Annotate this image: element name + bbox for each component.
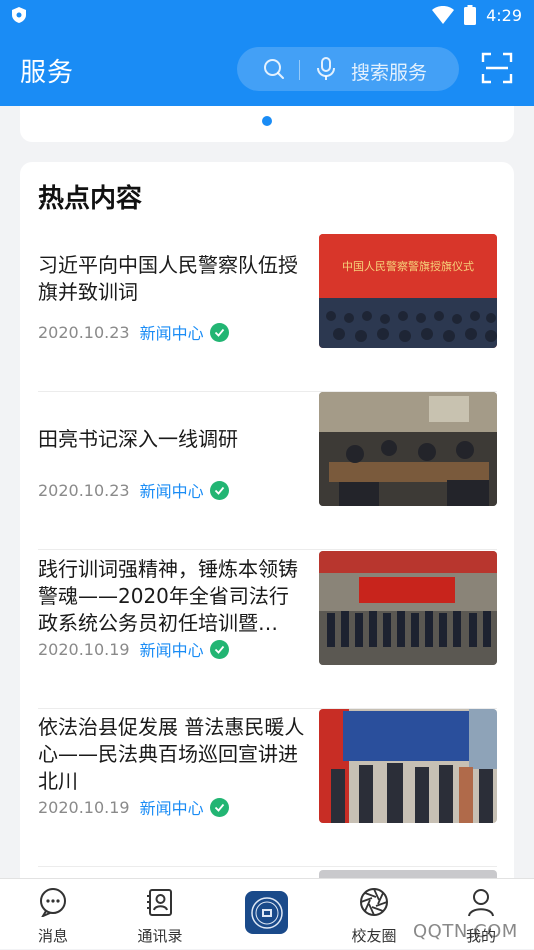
news-item[interactable]: 习近平向中国人民警察队伍授旗并致训词 2020.10.23 新闻中心 中国人民警… <box>38 234 497 392</box>
tab-alumni-circle[interactable]: 校友圈 <box>321 879 427 950</box>
news-source: 新闻中心 <box>139 641 204 660</box>
news-title: 习近平向中国人民警察队伍授旗并致训词 <box>38 253 298 304</box>
search-placeholder: 搜索服务 <box>351 62 428 84</box>
chat-icon <box>40 888 66 917</box>
news-source: 新闻中心 <box>139 482 204 501</box>
verified-icon <box>209 639 229 659</box>
news-title: 田亮书记深入一线调研 <box>38 427 238 451</box>
news-source: 新闻中心 <box>139 324 204 343</box>
tab-contacts[interactable]: 通讯录 <box>107 879 213 950</box>
status-bar: 4:29 <box>0 0 534 30</box>
app-header: 服务 搜索服务 <box>0 30 534 106</box>
news-thumbnail <box>319 551 497 665</box>
tab-messages[interactable]: 消息 <box>0 879 106 950</box>
tab-label: 消息 <box>37 927 68 945</box>
section-title: 热点内容 <box>38 184 143 214</box>
news-date: 2020.10.23 <box>38 480 130 500</box>
aperture-icon <box>360 888 388 916</box>
tab-label: 通讯录 <box>137 927 183 945</box>
search-input[interactable]: 搜索服务 <box>237 47 459 91</box>
news-thumbnail <box>319 709 497 823</box>
battery-icon <box>464 5 477 25</box>
shield-icon <box>12 7 26 23</box>
news-source: 新闻中心 <box>139 799 204 818</box>
verified-icon <box>209 322 229 342</box>
search-icon <box>264 59 284 79</box>
emblem-icon[interactable] <box>245 891 288 934</box>
watermark: QQTN.COM <box>413 921 518 942</box>
verified-icon <box>209 480 229 500</box>
news-date: 2020.10.19 <box>38 797 130 817</box>
verified-icon <box>209 797 229 817</box>
scan-icon[interactable] <box>481 52 513 84</box>
news-title: 践行训词强精神，锤炼本领铸警魂——2020年全省司法行政系统公务员初任培训暨… <box>38 557 298 635</box>
user-icon <box>468 889 494 917</box>
news-item[interactable]: 践行训词强精神，锤炼本领铸警魂——2020年全省司法行政系统公务员初任培训暨… … <box>38 551 497 709</box>
news-thumbnail <box>319 392 497 506</box>
page-title: 服务 <box>20 58 75 88</box>
banner-indicator <box>262 116 272 126</box>
news-item[interactable]: 田亮书记深入一线调研 2020.10.23 新闻中心 <box>38 392 497 550</box>
wifi-icon <box>432 6 455 24</box>
microphone-icon[interactable] <box>316 57 336 81</box>
news-thumbnail: 中国人民警察警旗授旗仪式 <box>319 234 497 348</box>
tab-label: 校友圈 <box>351 927 397 945</box>
news-date: 2020.10.23 <box>38 322 130 342</box>
news-meta: 2020.10.23 新闻中心 <box>38 320 229 344</box>
contacts-icon <box>147 889 172 916</box>
news-item[interactable]: 依法治县促发展 普法惠民暖人心——民法典百场巡回宣讲进北川 2020.10.19… <box>38 709 497 867</box>
news-meta: 2020.10.19 新闻中心 <box>38 795 229 819</box>
thumb-caption: 中国人民警察警旗授旗仪式 <box>342 259 474 273</box>
search-divider <box>299 60 300 80</box>
status-time: 4:29 <box>486 5 522 25</box>
news-meta: 2020.10.23 新闻中心 <box>38 478 229 502</box>
news-meta: 2020.10.19 新闻中心 <box>38 637 229 661</box>
hot-content-card: 热点内容 习近平向中国人民警察队伍授旗并致训词 2020.10.23 新闻中心 … <box>20 162 514 902</box>
news-date: 2020.10.19 <box>38 639 130 659</box>
news-title: 依法治县促发展 普法惠民暖人心——民法典百场巡回宣讲进北川 <box>38 715 305 793</box>
